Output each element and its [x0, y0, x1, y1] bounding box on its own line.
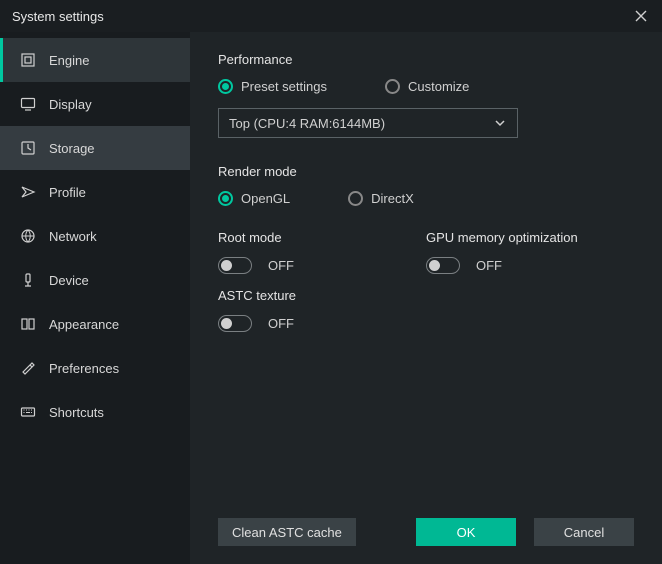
content-panel: Performance Preset settings Customize To… — [190, 32, 662, 564]
radio-directx[interactable]: DirectX — [348, 191, 414, 206]
titlebar: System settings — [0, 0, 662, 32]
radio-opengl[interactable]: OpenGL — [218, 191, 290, 206]
sidebar-item-storage[interactable]: Storage — [0, 126, 190, 170]
performance-preset-dropdown[interactable]: Top (CPU:4 RAM:6144MB) — [218, 108, 518, 138]
appearance-icon — [19, 315, 37, 333]
gpu-memory-section: GPU memory optimization OFF — [426, 230, 634, 274]
radio-label: DirectX — [371, 191, 414, 206]
preferences-icon — [19, 359, 37, 377]
radio-label: OpenGL — [241, 191, 290, 206]
chevron-down-icon — [493, 116, 507, 130]
sidebar: Engine Display Storage Profile Network — [0, 32, 190, 564]
sidebar-item-label: Device — [49, 273, 89, 288]
gpu-memory-title: GPU memory optimization — [426, 230, 634, 245]
sidebar-item-network[interactable]: Network — [0, 214, 190, 258]
sidebar-item-device[interactable]: Device — [0, 258, 190, 302]
ok-button[interactable]: OK — [416, 518, 516, 546]
sidebar-item-profile[interactable]: Profile — [0, 170, 190, 214]
radio-label: Preset settings — [241, 79, 327, 94]
sidebar-item-label: Appearance — [49, 317, 119, 332]
root-mode-title: Root mode — [218, 230, 426, 245]
sidebar-item-preferences[interactable]: Preferences — [0, 346, 190, 390]
root-mode-toggle[interactable] — [218, 257, 252, 274]
astc-texture-section: ASTC texture OFF — [218, 288, 634, 332]
sidebar-item-display[interactable]: Display — [0, 82, 190, 126]
radio-icon — [218, 191, 233, 206]
performance-section: Performance Preset settings Customize To… — [218, 52, 634, 138]
sidebar-item-appearance[interactable]: Appearance — [0, 302, 190, 346]
network-icon — [19, 227, 37, 245]
sidebar-item-label: Preferences — [49, 361, 119, 376]
radio-label: Customize — [408, 79, 469, 94]
profile-icon — [19, 183, 37, 201]
shortcuts-icon — [19, 403, 37, 421]
radio-icon — [348, 191, 363, 206]
astc-texture-title: ASTC texture — [218, 288, 634, 303]
performance-title: Performance — [218, 52, 634, 67]
radio-customize[interactable]: Customize — [385, 79, 469, 94]
radio-icon — [385, 79, 400, 94]
sidebar-item-label: Display — [49, 97, 92, 112]
clean-astc-cache-button[interactable]: Clean ASTC cache — [218, 518, 356, 546]
root-mode-section: Root mode OFF — [218, 230, 426, 274]
render-mode-section: Render mode OpenGL DirectX — [218, 164, 634, 206]
sidebar-item-shortcuts[interactable]: Shortcuts — [0, 390, 190, 434]
button-label: Cancel — [564, 525, 604, 540]
device-icon — [19, 271, 37, 289]
button-label: OK — [457, 525, 476, 540]
toggle-state-label: OFF — [268, 316, 294, 331]
window-title: System settings — [12, 9, 104, 24]
sidebar-item-label: Engine — [49, 53, 89, 68]
close-icon[interactable] — [632, 7, 650, 25]
cancel-button[interactable]: Cancel — [534, 518, 634, 546]
toggle-state-label: OFF — [476, 258, 502, 273]
button-label: Clean ASTC cache — [232, 525, 342, 540]
render-mode-title: Render mode — [218, 164, 634, 179]
sidebar-item-label: Profile — [49, 185, 86, 200]
gpu-memory-toggle[interactable] — [426, 257, 460, 274]
toggle-state-label: OFF — [268, 258, 294, 273]
sidebar-item-engine[interactable]: Engine — [0, 38, 190, 82]
radio-preset-settings[interactable]: Preset settings — [218, 79, 327, 94]
dropdown-value: Top (CPU:4 RAM:6144MB) — [229, 116, 385, 131]
bottom-bar: Clean ASTC cache OK Cancel — [218, 518, 634, 546]
astc-texture-toggle[interactable] — [218, 315, 252, 332]
sidebar-item-label: Network — [49, 229, 97, 244]
sidebar-item-label: Shortcuts — [49, 405, 104, 420]
radio-icon — [218, 79, 233, 94]
sidebar-item-label: Storage — [49, 141, 95, 156]
display-icon — [19, 95, 37, 113]
engine-icon — [19, 51, 37, 69]
storage-icon — [19, 139, 37, 157]
